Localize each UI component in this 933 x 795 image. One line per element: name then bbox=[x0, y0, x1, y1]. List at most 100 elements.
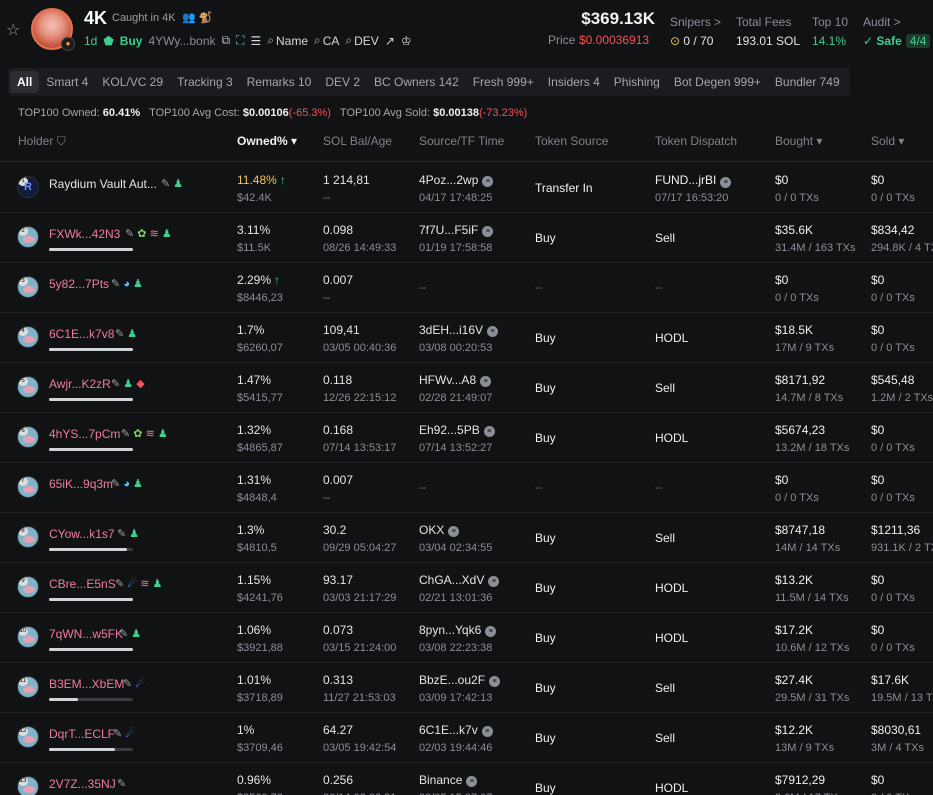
table-row[interactable]: 8 CYow...k1s7 ✎ ♟ 1.3% $4810,5 30.2 09/29 05:… bbox=[0, 513, 933, 563]
holder-address[interactable]: 4hYS...7pCm bbox=[49, 427, 120, 441]
tab-bot[interactable]: Bot Degen 999+ bbox=[667, 71, 768, 93]
search-dev-button[interactable]: ⌕ DEV bbox=[345, 33, 378, 48]
token-avatar[interactable]: ● bbox=[31, 8, 75, 51]
table-row[interactable]: 4 6C1E...k7v8 ✎ ♟ 1.7% $6260,07 109,41 03/05 … bbox=[0, 313, 933, 363]
column-sold[interactable]: Sold ▾ bbox=[871, 134, 904, 148]
table-row[interactable]: 10 7qWN...w5FK ✎ ♟ 1.06% $3921,88 0.073 03/15… bbox=[0, 613, 933, 663]
column-token-source[interactable]: Token Source bbox=[535, 134, 608, 148]
edit-icon[interactable]: ✎ bbox=[111, 278, 123, 290]
funding-source[interactable]: OKX ≡ bbox=[419, 523, 460, 537]
edit-icon[interactable]: ✎ bbox=[121, 428, 133, 440]
table-header: Holder ⛉ Owned% ▾ SOL Bal/Age Source/TF … bbox=[0, 134, 933, 162]
table-row[interactable]: 1 R Raydium Vault Aut... ✎ ♟ 11.48% ↑ $42.4K 1… bbox=[0, 163, 933, 213]
funding-source[interactable]: BbzE...ou2F ≡ bbox=[419, 673, 501, 687]
token-dispatch[interactable]: FUND...jrBI ≡ bbox=[655, 173, 732, 188]
edit-icon[interactable]: ✎ bbox=[119, 628, 131, 640]
column-token-dispatch[interactable]: Token Dispatch bbox=[655, 134, 737, 148]
edit-icon[interactable]: ✎ bbox=[161, 178, 173, 190]
tab-all[interactable]: All bbox=[10, 71, 40, 93]
column-owned[interactable]: Owned% ▾ bbox=[237, 134, 297, 148]
holder-address[interactable]: 65iK...9q3m bbox=[49, 477, 113, 491]
copy-icon[interactable]: ⧉ bbox=[222, 33, 231, 48]
funding-source[interactable]: Binance ≡ bbox=[419, 773, 478, 787]
tab-kol-vc[interactable]: KOL/VC 29 bbox=[95, 71, 170, 93]
sold-usd: $834,42 bbox=[871, 223, 915, 237]
owned-usd: $4848,4 bbox=[237, 492, 277, 504]
bought-usd: $17.2K bbox=[775, 623, 814, 637]
funding-source[interactable]: 8pyn...Yqk6 ≡ bbox=[419, 623, 497, 637]
tab-bc[interactable]: BC Owners 142 bbox=[367, 71, 466, 93]
table-row[interactable]: 11 B3EM...XbEM ✎ ☄ 1.01% $3718,89 0.313 11/27… bbox=[0, 663, 933, 713]
source-empty: -- bbox=[419, 482, 427, 494]
snipers-stat[interactable]: Snipers > ⊙ 0 / 70 bbox=[670, 15, 721, 48]
tab-dev[interactable]: DEV 2 bbox=[318, 71, 367, 93]
edit-icon[interactable]: ✎ bbox=[117, 778, 126, 790]
table-row[interactable]: 7 65iK...9q3m ✎ ◕ ♟ 1.31% $4848,4 0.007 -- -- -… bbox=[0, 463, 933, 513]
external-link-icon[interactable]: ↗ bbox=[385, 34, 395, 48]
edit-icon[interactable]: ✎ bbox=[115, 328, 127, 340]
edit-icon[interactable]: ✎ bbox=[115, 578, 127, 590]
sold-txs: 931.1K / 2 TXs bbox=[871, 542, 933, 554]
funding-source[interactable]: 4Poz...2wp ≡ bbox=[419, 173, 494, 187]
holder-address[interactable]: FXWk...42N3 bbox=[49, 227, 120, 241]
search-name-button[interactable]: ⌕ Name bbox=[267, 33, 308, 48]
table-row[interactable]: 2 FXWk...42N3 ✎ ✿ ≋ ♟ 3.11% $11.5K 0.098 08/2… bbox=[0, 213, 933, 263]
bundle-icon[interactable]: ⛶ bbox=[236, 33, 244, 48]
edit-icon[interactable]: ✎ bbox=[125, 228, 137, 240]
audit-stat[interactable]: Audit > ✓ Safe 4/4 bbox=[863, 15, 931, 48]
edit-icon[interactable]: ✎ bbox=[113, 728, 125, 740]
table-row[interactable]: 5 Awjr...K2zR ✎ ♟ ◆ 1.47% $5415,77 0.118 12/2… bbox=[0, 363, 933, 413]
tab-remarks[interactable]: Remarks 10 bbox=[240, 71, 319, 93]
column-bought[interactable]: Bought ▾ bbox=[775, 134, 822, 148]
filter-icon[interactable]: ⛉ bbox=[57, 134, 66, 148]
tab-phishing[interactable]: Phishing bbox=[607, 71, 667, 93]
holder-address[interactable]: B3EM...XbEM bbox=[49, 677, 124, 691]
crown-icon[interactable]: ♔ bbox=[401, 34, 412, 48]
column-sol-bal[interactable]: SOL Bal/Age bbox=[323, 134, 392, 148]
edit-icon[interactable]: ✎ bbox=[123, 678, 135, 690]
funding-source[interactable]: 7f7U...F5iF ≡ bbox=[419, 223, 494, 237]
holder-address[interactable]: 5y82...7Pts bbox=[49, 277, 109, 291]
funding-source[interactable]: ChGA...XdV ≡ bbox=[419, 573, 500, 587]
holder-address[interactable]: Raydium Vault Aut... bbox=[49, 177, 157, 191]
table-row[interactable]: 6 4hYS...7pCm ✎ ✿ ≋ ♟ 1.32% $4865,87 0.168 07… bbox=[0, 413, 933, 463]
bought-txs: 0 / 0 TXs bbox=[775, 192, 819, 204]
holder-address[interactable]: 6C1E...k7v8 bbox=[49, 327, 114, 341]
table-row[interactable]: 12 DqrT...ECLF ✎ ☄ 1% $3709,46 64.27 03/05 19… bbox=[0, 713, 933, 763]
edit-icon[interactable]: ✎ bbox=[117, 528, 129, 540]
sold-usd: $0 bbox=[871, 773, 885, 787]
edit-icon[interactable]: ✎ bbox=[111, 378, 123, 390]
tab-tracking[interactable]: Tracking 3 bbox=[170, 71, 240, 93]
funding-source[interactable]: 6C1E...k7v ≡ bbox=[419, 723, 493, 737]
tab-bundler[interactable]: Bundler 749 bbox=[768, 71, 847, 93]
funding-source[interactable]: 3dEH...i16V ≡ bbox=[419, 323, 499, 337]
tab-smart[interactable]: Smart 4 bbox=[39, 71, 95, 93]
table-row[interactable]: 9 CBre...E5nS ✎ ☄ ≋ ♟ 1.15% $4241,76 93.17 03… bbox=[0, 563, 933, 613]
column-holder[interactable]: Holder ⛉ bbox=[18, 134, 66, 149]
bought-txs: 10.6M / 12 TXs bbox=[775, 642, 850, 654]
holding-bar bbox=[49, 348, 133, 351]
rank-badge: 5 bbox=[18, 377, 28, 386]
funding-source[interactable]: HFWv...A8 ≡ bbox=[419, 373, 492, 387]
table-row[interactable]: 3 5y82...7Pts ✎ ◕ ♟ 2.29% ↑ $8446,23 0.007 -- -… bbox=[0, 263, 933, 313]
holder-avatar: 4 bbox=[17, 326, 39, 348]
tab-insiders[interactable]: Insiders 4 bbox=[541, 71, 607, 93]
holder-address[interactable]: CBre...E5nS bbox=[49, 577, 116, 591]
holder-address[interactable]: Awjr...K2zR bbox=[49, 377, 111, 391]
holder-address[interactable]: 7qWN...w5FK bbox=[49, 627, 123, 641]
holder-address[interactable]: CYow...k1s7 bbox=[49, 527, 115, 541]
tab-fresh[interactable]: Fresh 999+ bbox=[466, 71, 541, 93]
favorite-star-icon[interactable]: ☆ bbox=[6, 20, 20, 40]
table-row[interactable]: 132V7Z...35NJ✎ 0.96%$3560,730.25606/14 0… bbox=[0, 763, 933, 795]
holder-address[interactable]: 2V7Z...35NJ bbox=[49, 777, 116, 791]
holder-address[interactable]: DqrT...ECLF bbox=[49, 727, 115, 741]
token-address[interactable]: 4YWy...bonk bbox=[148, 34, 215, 48]
column-source[interactable]: Source/TF Time bbox=[419, 134, 504, 148]
buy-button[interactable]: Buy bbox=[120, 34, 143, 48]
bought-txs: 29.5M / 31 TXs bbox=[775, 692, 850, 704]
edit-icon[interactable]: ✎ bbox=[111, 478, 123, 490]
funding-source[interactable]: Eh92...5PB ≡ bbox=[419, 423, 495, 437]
search-ca-button[interactable]: ⌕ CA bbox=[314, 33, 339, 48]
list-icon[interactable]: ☰ bbox=[250, 34, 261, 48]
source-info-icon: ≡ bbox=[483, 426, 495, 437]
